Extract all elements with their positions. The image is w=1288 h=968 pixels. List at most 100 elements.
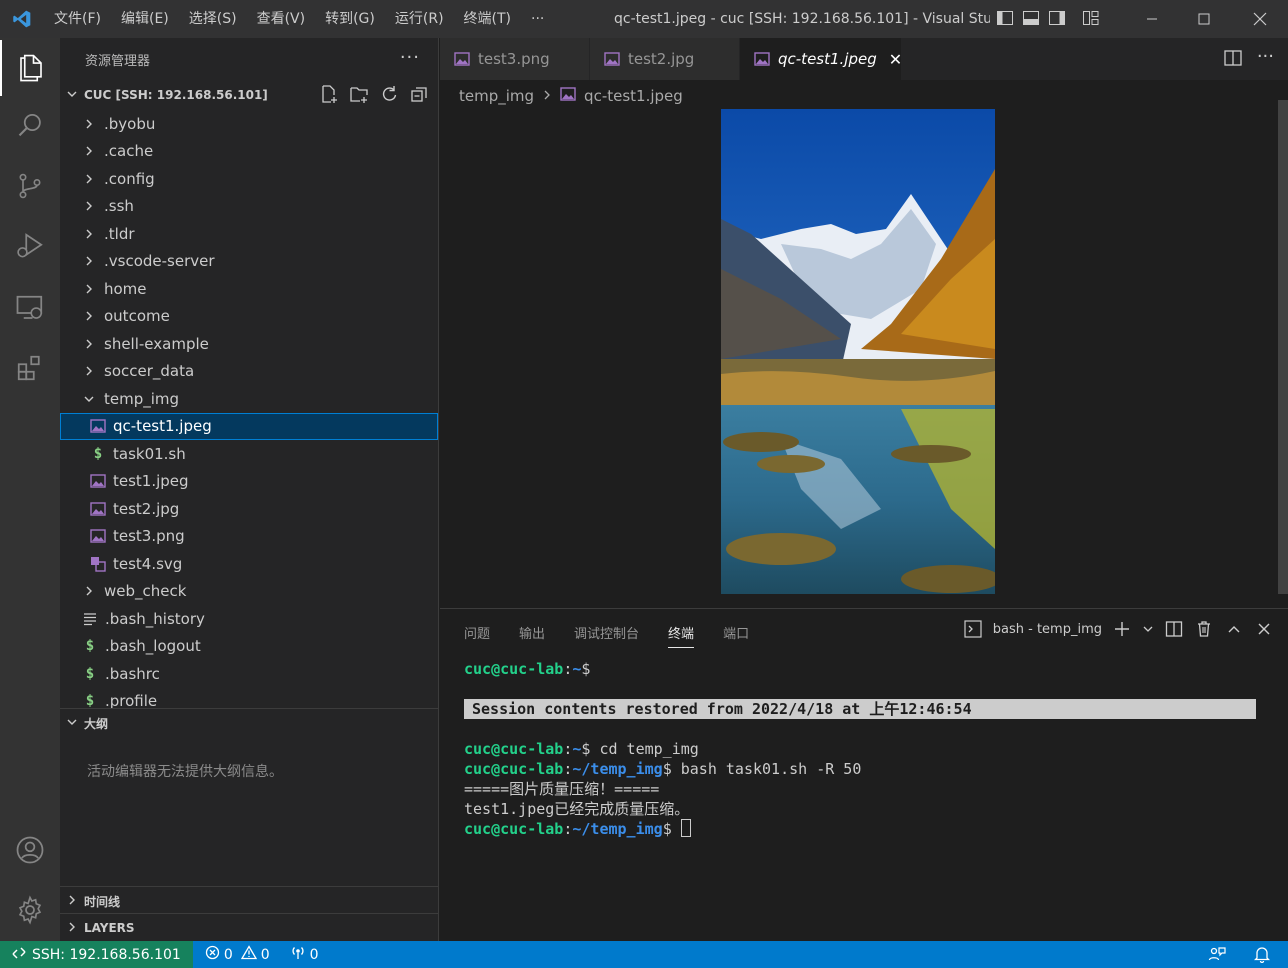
tree-folder[interactable]: shell-example bbox=[60, 330, 438, 358]
tree-folder[interactable]: .ssh bbox=[60, 193, 438, 221]
tree-file[interactable]: .bash_history bbox=[60, 605, 438, 633]
tree-folder[interactable]: .vscode-server bbox=[60, 248, 438, 276]
split-terminal-icon[interactable] bbox=[1164, 619, 1184, 639]
explorer-more-button[interactable]: ··· bbox=[400, 47, 420, 68]
toggle-secondary-sidebar-icon[interactable] bbox=[1048, 9, 1068, 29]
tree-folder[interactable]: web_check bbox=[60, 578, 438, 606]
terminal-line: =====图片质量压缩！===== bbox=[464, 779, 1256, 799]
terminal-output[interactable]: cuc@cuc-lab:~$ Session contents restored … bbox=[464, 659, 1256, 839]
close-tab-icon[interactable]: ✕ bbox=[889, 50, 902, 69]
outline-section-header[interactable]: 大纲 bbox=[60, 709, 439, 737]
breadcrumb-file[interactable]: qc-test1.jpeg bbox=[584, 87, 683, 105]
tree-item-label: home bbox=[104, 279, 147, 298]
tree-folder[interactable]: home bbox=[60, 275, 438, 303]
editor-more-icon[interactable]: ··· bbox=[1257, 48, 1274, 72]
new-file-icon[interactable] bbox=[318, 83, 340, 105]
source-control-icon[interactable] bbox=[0, 158, 60, 214]
tree-file[interactable]: qc-test1.jpeg bbox=[60, 412, 438, 440]
terminal-selector[interactable]: bash - temp_img bbox=[993, 622, 1102, 637]
explorer-title: 资源管理器 bbox=[85, 53, 151, 69]
remote-indicator[interactable]: SSH: 192.168.56.101 bbox=[0, 941, 193, 968]
tree-folder[interactable]: .tldr bbox=[60, 220, 438, 248]
prompt-user: cuc@cuc-lab bbox=[464, 820, 564, 838]
maximize-panel-icon[interactable] bbox=[1224, 619, 1244, 639]
maximize-button[interactable] bbox=[1178, 0, 1230, 38]
menu-edit[interactable]: 编辑(E) bbox=[111, 0, 179, 38]
layers-section-header[interactable]: LAYERS bbox=[60, 914, 439, 942]
minimize-button[interactable] bbox=[1126, 0, 1178, 38]
menu-run[interactable]: 运行(R) bbox=[385, 0, 454, 38]
tree-folder[interactable]: outcome bbox=[60, 303, 438, 331]
close-panel-icon[interactable] bbox=[1254, 619, 1274, 639]
remote-explorer-icon[interactable] bbox=[0, 280, 60, 336]
timeline-section-header[interactable]: 时间线 bbox=[60, 887, 439, 915]
close-window-button[interactable] bbox=[1234, 0, 1286, 38]
manage-gear-icon[interactable] bbox=[0, 882, 60, 938]
tree-folder[interactable]: .cache bbox=[60, 138, 438, 166]
menu-go[interactable]: 转到(G) bbox=[315, 0, 385, 38]
chevron-right-icon bbox=[60, 894, 84, 909]
tree-item-label: .cache bbox=[104, 142, 154, 161]
tree-folder[interactable]: .byobu bbox=[60, 110, 438, 138]
prompt-path: ~/temp_img bbox=[572, 760, 663, 778]
tree-folder[interactable]: temp_img bbox=[60, 385, 438, 413]
tab-ports[interactable]: 端口 bbox=[723, 623, 749, 648]
ports-indicator[interactable]: 0 bbox=[284, 945, 325, 964]
tree-file[interactable]: $ .bashrc bbox=[60, 660, 438, 688]
tab-test3-png[interactable]: test3.png bbox=[440, 38, 590, 80]
tab-terminal[interactable]: 终端 bbox=[668, 623, 695, 648]
search-icon[interactable] bbox=[0, 98, 60, 154]
menu-selection[interactable]: 选择(S) bbox=[179, 0, 247, 38]
terminal-line: test1.jpeg已经完成质量压缩。 bbox=[464, 799, 1256, 819]
collapse-all-icon[interactable] bbox=[408, 83, 430, 105]
breadcrumb-folder[interactable]: temp_img bbox=[459, 87, 534, 105]
image-file-icon bbox=[454, 52, 470, 66]
chevron-right-icon bbox=[82, 283, 96, 295]
window-title: qc-test1.jpeg - cuc [SSH: 192.168.56.101… bbox=[614, 11, 990, 27]
explorer-sidebar: 资源管理器 ··· CUC [SSH: 192.168.56.101] .byo… bbox=[60, 38, 439, 941]
problems-indicator[interactable]: 0 0 bbox=[199, 945, 276, 964]
tree-file[interactable]: test1.jpeg bbox=[60, 468, 438, 496]
tab-test2-jpg[interactable]: test2.jpg bbox=[590, 38, 740, 80]
tree-folder[interactable]: soccer_data bbox=[60, 358, 438, 386]
customize-layout-icon[interactable] bbox=[1082, 9, 1102, 29]
extensions-icon[interactable] bbox=[0, 340, 60, 396]
accounts-icon[interactable] bbox=[0, 822, 60, 878]
new-terminal-icon[interactable] bbox=[1112, 619, 1132, 639]
tab-output[interactable]: 输出 bbox=[519, 623, 545, 648]
chevron-down-icon bbox=[60, 716, 84, 731]
shell-file-icon: $ bbox=[93, 445, 103, 462]
tree-file[interactable]: test2.jpg bbox=[60, 495, 438, 523]
explorer-icon[interactable] bbox=[0, 40, 60, 96]
menu-more[interactable]: ··· bbox=[521, 0, 554, 38]
trash-icon[interactable] bbox=[1194, 619, 1214, 639]
menu-file[interactable]: 文件(F) bbox=[44, 0, 111, 38]
tree-file[interactable]: test4.svg bbox=[60, 550, 438, 578]
tab-problems[interactable]: 问题 bbox=[464, 623, 490, 648]
menu-view[interactable]: 查看(V) bbox=[247, 0, 316, 38]
feedback-icon[interactable] bbox=[1202, 946, 1232, 964]
tree-file[interactable]: test3.png bbox=[60, 523, 438, 551]
new-folder-icon[interactable] bbox=[348, 83, 370, 105]
chevron-down-icon[interactable] bbox=[1142, 619, 1154, 639]
tree-folder[interactable]: .config bbox=[60, 165, 438, 193]
tree-file[interactable]: $ .bash_logout bbox=[60, 633, 438, 661]
chevron-right-icon bbox=[82, 585, 96, 597]
tab-debug-console[interactable]: 调试控制台 bbox=[574, 623, 639, 648]
tree-item-label: .vscode-server bbox=[104, 252, 215, 271]
vscode-logo-icon bbox=[0, 0, 44, 38]
toggle-panel-icon[interactable] bbox=[1022, 9, 1042, 29]
terminal-line: cuc@cuc-lab:~$ bbox=[464, 660, 591, 678]
menu-terminal[interactable]: 终端(T) bbox=[454, 0, 521, 38]
split-editor-icon[interactable] bbox=[1223, 48, 1243, 72]
tree-item-label: outcome bbox=[104, 307, 170, 326]
editor-scrollbar[interactable] bbox=[1278, 100, 1288, 594]
tab-qc-test1-jpeg[interactable]: qc-test1.jpeg ✕ bbox=[740, 38, 902, 80]
workspace-section-header[interactable]: CUC [SSH: 192.168.56.101] bbox=[60, 80, 438, 110]
notifications-bell-icon[interactable] bbox=[1248, 946, 1276, 963]
tree-file[interactable]: $ task01.sh bbox=[60, 440, 438, 468]
toggle-sidebar-icon[interactable] bbox=[996, 9, 1016, 29]
tree-item-label: qc-test1.jpeg bbox=[113, 417, 212, 436]
refresh-icon[interactable] bbox=[378, 83, 400, 105]
run-debug-icon[interactable] bbox=[0, 218, 60, 274]
